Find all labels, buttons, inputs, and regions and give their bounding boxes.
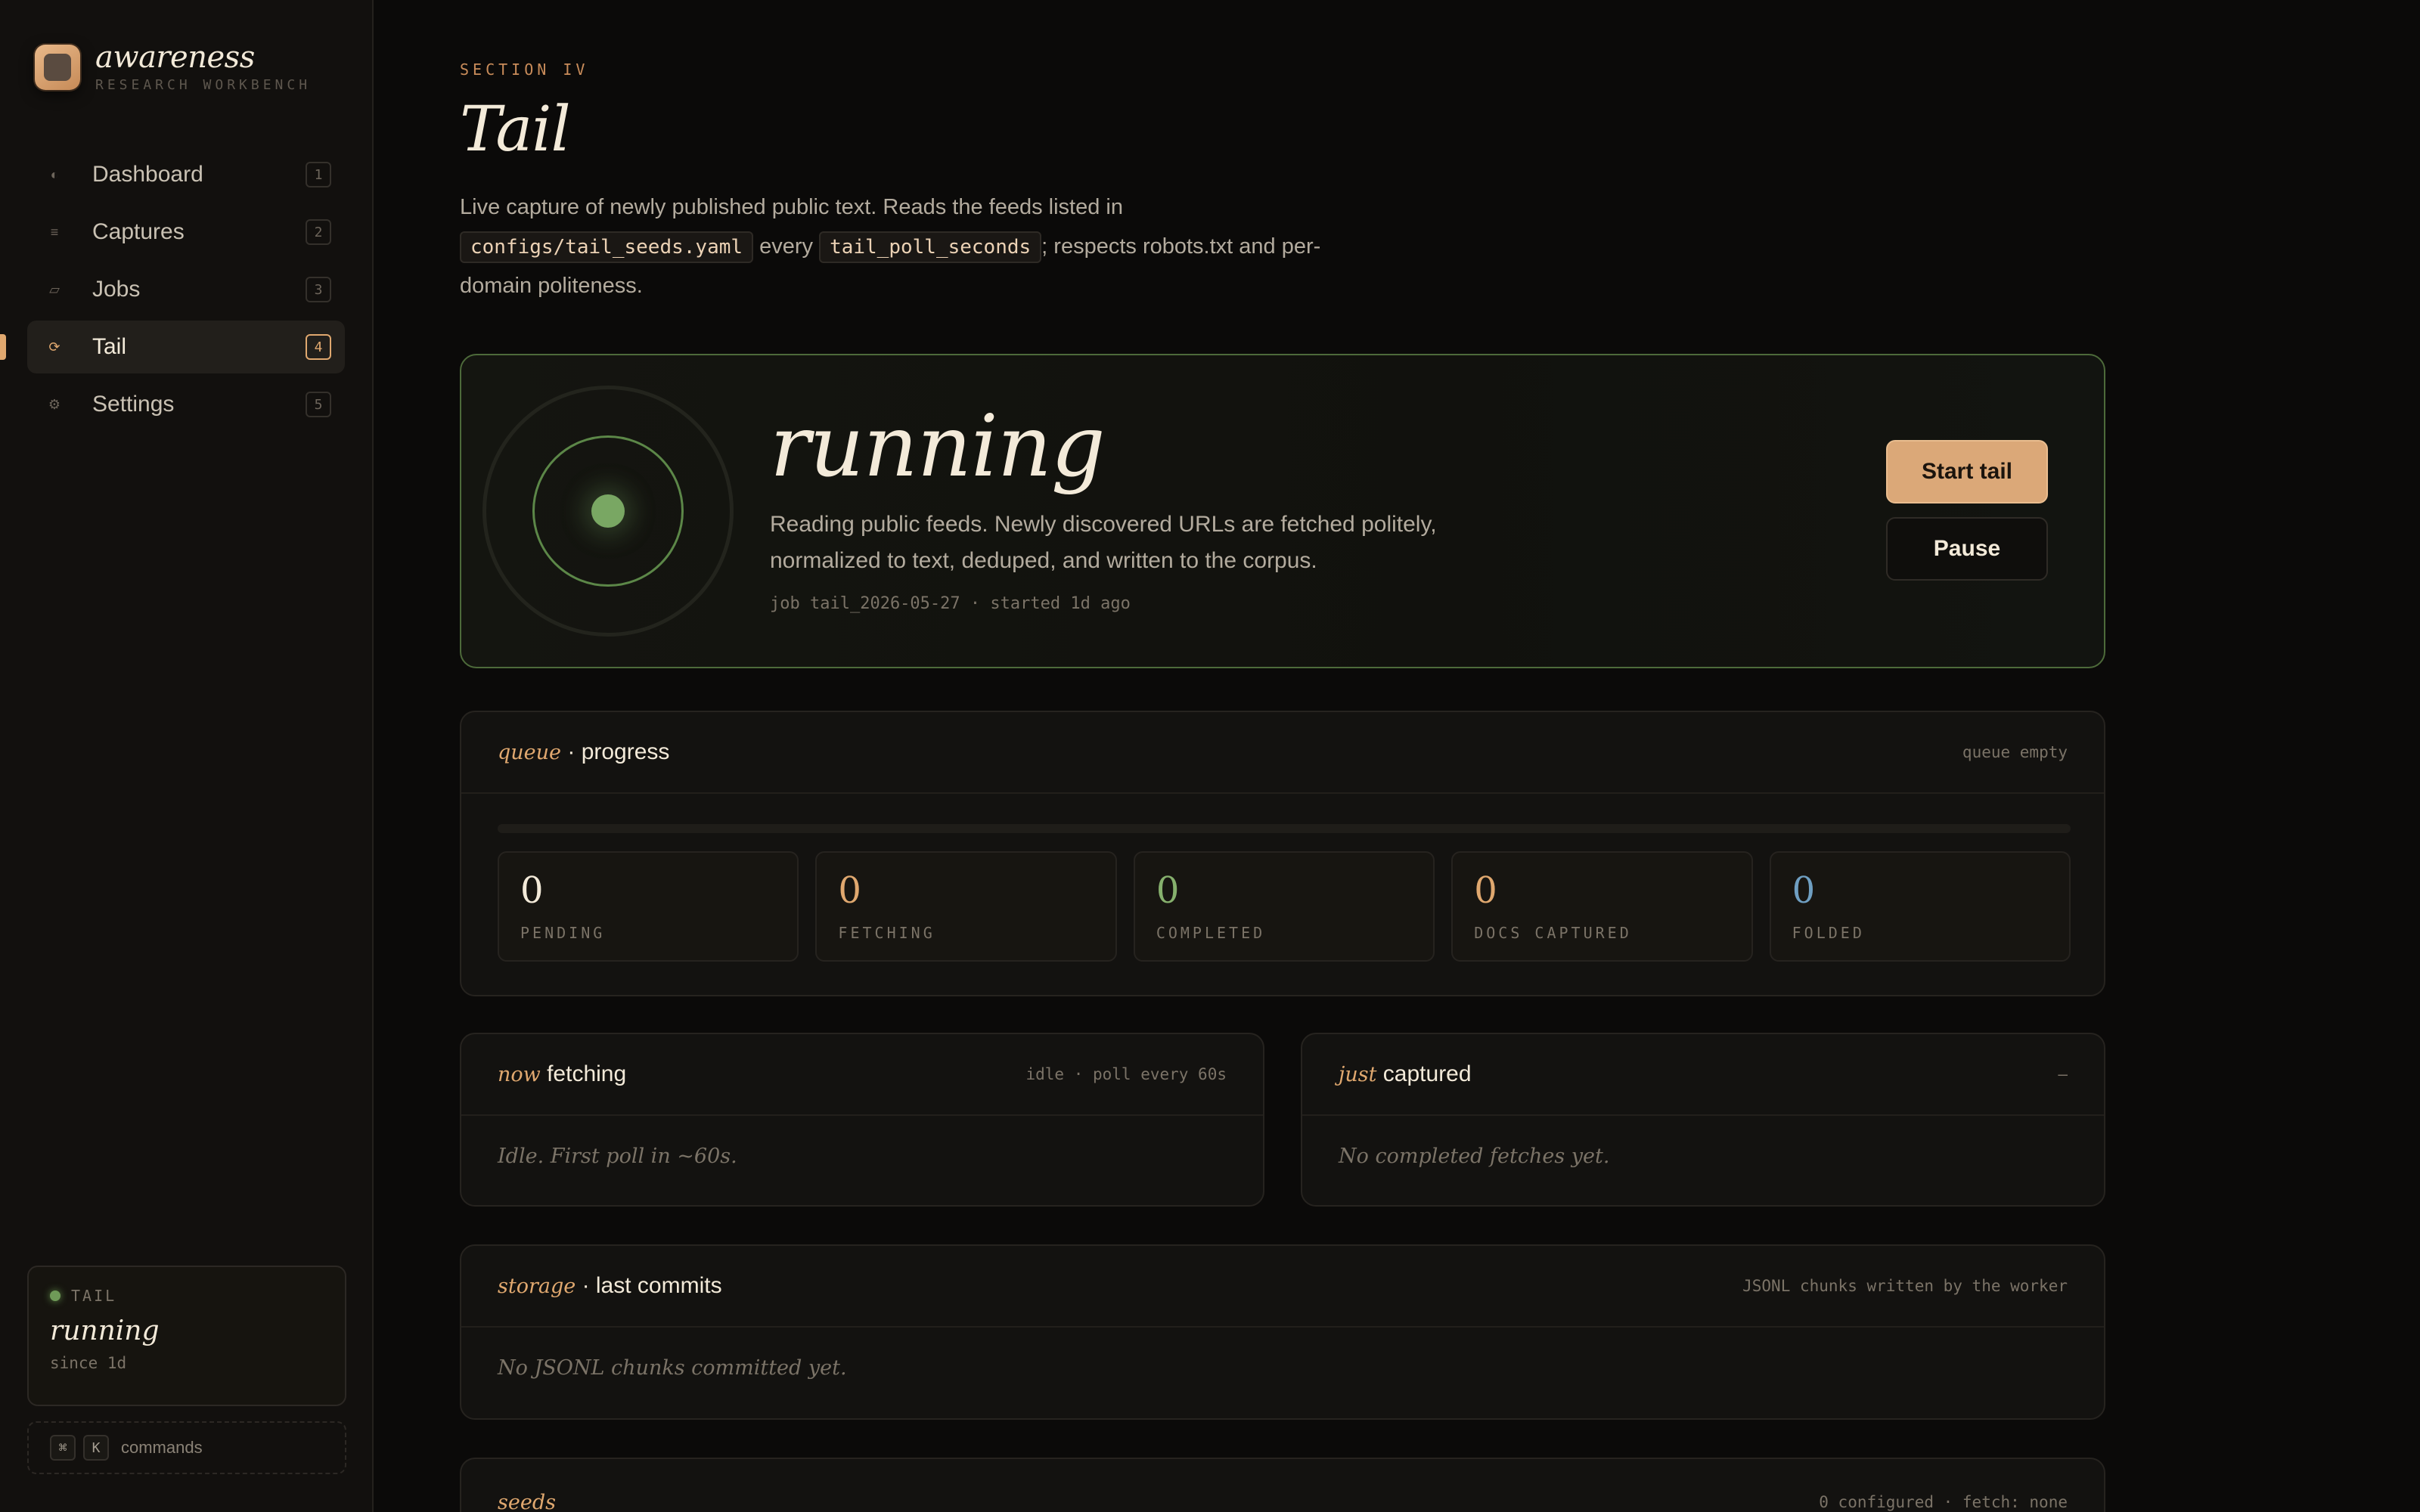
tail-status-card[interactable]: TAIL running since 1d [27,1266,346,1406]
stat-value: 0 [838,869,861,912]
stat-value: 0 [1156,869,1180,912]
page-description: Live capture of newly published public t… [460,187,1352,305]
sidebar-item-label: Settings [92,392,175,417]
stat-folded: 0 FOLDED [1769,851,2071,962]
hero-state: running [770,398,1106,496]
panel-title-em: queue [498,741,562,764]
seeds-meta: 0 configured · fetch: none [1819,1493,2068,1511]
status-tag: TAIL [71,1287,117,1305]
shortcut-key: 3 [306,277,331,302]
panel-title: captured [1376,1061,1472,1086]
page-title: Tail [460,94,571,166]
sidebar: awareness RESEARCH WORKBENCH ◐ Dashboard… [0,0,374,1512]
brand-subtitle: RESEARCH WORKBENCH [95,77,312,93]
sidebar-item-label: Tail [92,334,127,359]
stat-value: 0 [1474,869,1497,912]
stat-label: FOLDED [1792,924,1865,942]
sidebar-item-tail[interactable]: ⟳ Tail 4 [0,321,345,373]
description-text: Live capture of newly published public t… [460,195,1123,219]
parallelogram-icon: ▱ [49,281,60,297]
sidebar-item-captures[interactable]: ≡ Captures 2 [27,206,345,259]
queue-panel: queue · progress queue empty 0 PENDING 0… [460,711,2105,996]
empty-state: No completed fetches yet. [1339,1145,1610,1168]
poll-setting-code: tail_poll_seconds [819,231,1042,263]
sidebar-item-dashboard[interactable]: ◐ Dashboard 1 [27,148,345,201]
panel-title: fetching [540,1061,627,1086]
stat-fetching: 0 FETCHING [815,851,1117,962]
sidebar-nav: ◐ Dashboard 1 ≡ Captures 2 ▱ Jobs 3 ⟳ Ta… [0,148,345,435]
storage-meta: JSONL chunks written by the worker [1742,1277,2068,1295]
config-path-code: configs/tail_seeds.yaml [460,231,754,263]
status-state: running [50,1315,160,1346]
shortcut-key: 4 [306,334,331,360]
stat-value: 0 [520,869,544,912]
section-eyebrow: SECTION IV [460,60,589,79]
cycle-icon: ⟳ [48,339,60,355]
empty-state: Idle. First poll in ~60s. [498,1145,737,1168]
sidebar-item-label: Dashboard [92,162,203,187]
status-since: since 1d [50,1354,127,1372]
pause-button[interactable]: Pause [1886,517,2048,581]
storage-panel: storage · last commits JSONL chunks writ… [460,1244,2105,1420]
shortcut-key: 1 [306,162,331,187]
panel-title-em: storage [498,1275,576,1298]
status-dot-icon [50,1290,60,1301]
half-circle-icon: ◐ [50,166,59,182]
shortcut-key: 2 [306,219,331,245]
stat-label: PENDING [520,924,606,942]
gear-icon: ⚙ [48,396,61,412]
stat-label: COMPLETED [1156,924,1266,942]
sidebar-item-jobs[interactable]: ▱ Jobs 3 [27,263,345,316]
start-tail-button[interactable]: Start tail [1886,440,2048,503]
now-fetching-panel: now fetching idle · poll every 60s Idle.… [460,1033,1264,1207]
queue-meta: queue empty [1962,743,2068,761]
panel-title: · last commits [576,1273,722,1298]
queue-progress-bar [498,824,2071,833]
sidebar-item-settings[interactable]: ⚙ Settings 5 [27,378,345,431]
stat-value: 0 [1792,869,1816,912]
stat-pending: 0 PENDING [498,851,799,962]
sidebar-item-label: Captures [92,219,185,244]
just-captured-panel: just captured – No completed fetches yet… [1301,1033,2105,1207]
stat-label: FETCHING [838,924,935,942]
brand[interactable]: awareness RESEARCH WORKBENCH [35,41,311,93]
stat-docs-captured: 0 DOCS CAPTURED [1451,851,1753,962]
stat-completed: 0 COMPLETED [1133,851,1435,962]
logo-icon [35,44,80,90]
stat-label: DOCS CAPTURED [1474,924,1632,942]
k-key: K [83,1435,109,1461]
panel-title-em: seeds [498,1491,556,1512]
cmd-key-icon: ⌘ [50,1435,76,1461]
fetching-meta: idle · poll every 60s [1025,1065,1227,1083]
command-label: commands [121,1438,203,1457]
captured-meta: – [2058,1065,2068,1083]
tail-status-hero: running Reading public feeds. Newly disc… [460,354,2105,668]
empty-state: No JSONL chunks committed yet. [498,1356,847,1380]
panel-title-em: now [498,1063,541,1086]
brand-name: awareness [95,40,255,75]
panel-title-em: just [1339,1063,1377,1086]
sidebar-item-label: Jobs [92,277,141,302]
running-dot-icon [591,494,625,528]
command-palette-button[interactable]: ⌘ K commands [27,1421,346,1474]
seeds-panel: seeds 0 configured · fetch: none [460,1458,2105,1512]
panel-title: · progress [561,739,670,764]
job-meta: job tail_2026-05-27 · started 1d ago [770,594,1131,613]
shortcut-key: 5 [306,392,331,417]
lines-icon: ≡ [50,224,59,240]
description-text: every [753,234,820,259]
hero-description: Reading public feeds. Newly discovered U… [770,512,1437,573]
queue-stats: 0 PENDING 0 FETCHING 0 COMPLETED 0 DOCS … [498,851,2071,962]
